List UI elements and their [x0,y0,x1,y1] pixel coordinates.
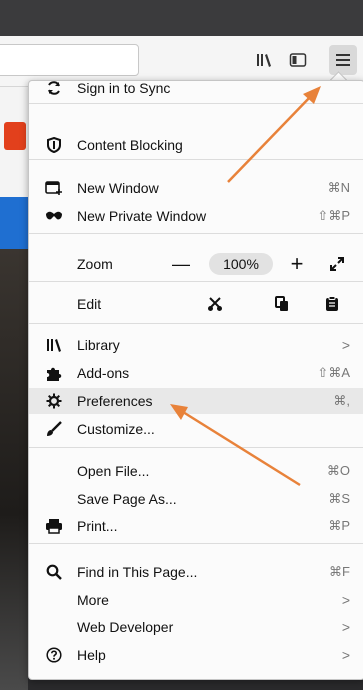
clipboard-icon [326,296,338,311]
menu-item-content-blocking[interactable]: Content Blocking [29,132,363,158]
help-label: Help [77,647,106,663]
open-file-label: Open File... [77,463,150,479]
background-page-banner [0,197,28,249]
sidebar-icon [289,53,307,67]
zoom-in-button[interactable]: + [285,251,309,277]
print-label: Print... [77,518,118,534]
printer-icon [45,517,63,535]
paintbrush-icon [45,420,63,438]
preferences-label: Preferences [77,393,153,409]
new-window-shortcut: ⌘N [327,180,350,195]
chevron-right-icon: > [341,592,350,608]
copy-button[interactable] [270,296,294,312]
library-label: Library [77,337,120,353]
copy-icon [275,296,288,311]
app-menu-panel: Sign in to Sync Content Blocking New Win… [28,80,363,680]
puzzle-piece-icon [45,364,63,382]
open-file-shortcut: ⌘O [326,463,350,478]
menu-item-print[interactable]: Print... ⌘P [29,513,363,539]
separator [29,233,363,234]
menu-item-new-private-window[interactable]: New Private Window ⇧⌘P [29,203,363,229]
new-window-icon [45,179,63,197]
edit-label: Edit [77,296,102,312]
fullscreen-button[interactable] [325,256,349,272]
separator [29,103,363,104]
search-icon [45,563,63,581]
addons-shortcut: ⇧⌘A [317,365,350,380]
background-page-logo [4,122,26,150]
menu-item-save-page[interactable]: Save Page As... ⌘S [29,486,363,512]
zoom-out-button[interactable]: — [169,254,193,275]
background-page-image [0,249,28,690]
zoom-reset-button[interactable]: 100% [209,253,273,275]
menu-item-library[interactable]: Library > [29,332,363,358]
menu-item-customize[interactable]: Customize... [29,416,363,442]
addons-label: Add-ons [77,365,130,381]
menu-item-sign-in[interactable]: Sign in to Sync [29,75,363,101]
menu-item-more[interactable]: More > [29,587,363,613]
separator [29,159,363,160]
web-developer-label: Web Developer [77,619,174,635]
save-page-shortcut: ⌘S [328,491,350,506]
library-icon [45,336,63,354]
sync-icon [45,79,63,97]
separator [29,323,363,324]
separator [29,447,363,448]
url-bar[interactable] [0,44,139,76]
chevron-right-icon: > [341,647,350,663]
find-shortcut: ⌘F [329,564,350,579]
chevron-right-icon: > [341,337,350,353]
library-toolbar-button[interactable] [250,46,278,74]
menu-row-zoom: Zoom — 100% + [29,247,363,281]
hamburger-icon [336,54,350,66]
more-label: More [77,592,109,608]
window-titlebar [0,0,363,36]
new-private-window-label: New Private Window [77,208,207,224]
menu-row-edit: Edit [29,287,363,321]
gear-icon [45,392,63,410]
menu-item-help[interactable]: Help > [29,642,363,668]
hamburger-menu-button[interactable] [329,45,357,75]
library-icon [257,54,271,67]
separator [29,281,363,282]
new-private-window-shortcut: ⇧⌘P [317,208,350,223]
help-icon [45,646,63,664]
content-blocking-label: Content Blocking [77,137,183,153]
save-page-label: Save Page As... [77,491,177,507]
cut-button[interactable] [203,296,227,312]
menu-item-open-file[interactable]: Open File... ⌘O [29,458,363,484]
menu-item-web-developer[interactable]: Web Developer > [29,614,363,640]
find-label: Find in This Page... [77,564,198,580]
private-browsing-mask-icon [45,207,63,225]
customize-label: Customize... [77,421,155,437]
zoom-label: Zoom [77,256,113,272]
sign-in-label: Sign in to Sync [77,80,171,96]
preferences-shortcut: ⌘, [333,393,350,408]
scissors-icon [208,297,222,311]
separator [29,543,363,544]
print-shortcut: ⌘P [328,518,350,533]
paste-button[interactable] [320,296,344,312]
menu-item-preferences[interactable]: Preferences ⌘, [29,388,363,414]
menu-item-find[interactable]: Find in This Page... ⌘F [29,559,363,585]
menu-item-addons[interactable]: Add-ons ⇧⌘A [29,360,363,386]
sidebar-toolbar-button[interactable] [284,46,312,74]
new-window-label: New Window [77,180,159,196]
shield-icon [45,136,63,154]
chevron-right-icon: > [341,619,350,635]
fullscreen-icon [330,257,344,271]
menu-item-new-window[interactable]: New Window ⌘N [29,175,363,201]
